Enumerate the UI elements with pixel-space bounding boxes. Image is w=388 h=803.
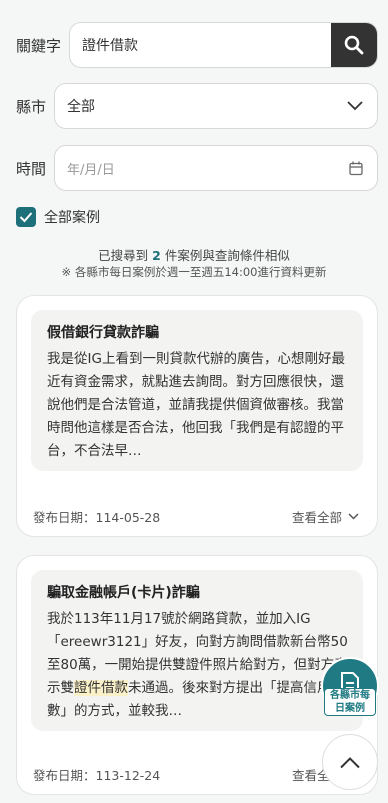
- city-selected-value: 全部: [67, 99, 96, 115]
- view-all-button[interactable]: 查看全部: [292, 507, 359, 526]
- city-row: 縣市 全部: [16, 83, 378, 129]
- case-content: 假借銀行貸款詐騙 我是從IG上看到一則貸款代辦的廣告，心想剛好最近有資金需求，就…: [31, 310, 363, 471]
- result-count: 2: [152, 248, 161, 263]
- all-cases-row[interactable]: 全部案例: [16, 205, 378, 229]
- case-card[interactable]: 假借銀行貸款詐騙 我是從IG上看到一則貸款代辦的廣告，心想剛好最近有資金需求，就…: [16, 295, 378, 537]
- case-title: 假借銀行貸款詐騙: [47, 325, 159, 341]
- keyword-row: 關鍵字: [16, 22, 378, 68]
- search-input[interactable]: [70, 23, 331, 67]
- chevron-down-icon: [348, 513, 359, 520]
- keyword-highlight: 證件借款: [74, 680, 128, 696]
- update-note: ※ 各縣市每日案例於週一至週五14:00進行資料更新: [61, 265, 327, 279]
- back-to-top-button[interactable]: [322, 734, 378, 790]
- search-box: [69, 22, 378, 68]
- result-summary: 已搜尋到 2 件案例與查詢條件相似: [0, 245, 388, 264]
- date-label: 時間: [16, 159, 47, 178]
- case-date: 發布日期：113-12-24: [33, 768, 161, 783]
- daily-cases-label[interactable]: 各縣市每日案例: [324, 688, 376, 716]
- all-cases-label: 全部案例: [44, 210, 100, 226]
- date-input[interactable]: 年/月/日: [54, 145, 378, 191]
- all-cases-checkbox[interactable]: [16, 207, 36, 227]
- view-all-label: 查看全部: [291, 510, 342, 525]
- summary-prefix: 已搜尋到: [98, 248, 153, 263]
- case-content: 騙取金融帳戶(卡片)詐騙 我於113年11月17號於網路貸款，並加入IG「ere…: [31, 570, 363, 731]
- chevron-up-icon: [340, 756, 360, 768]
- city-select[interactable]: 全部: [54, 83, 378, 129]
- keyword-label: 關鍵字: [16, 36, 62, 55]
- summary-suffix: 件案例與查詢條件相似: [160, 248, 290, 263]
- date-row: 時間 年/月/日: [16, 145, 378, 191]
- case-body: 我是從IG上看到一則貸款代辦的廣告，心想剛好最近有資金需求，就點進去詢問。對方回…: [47, 351, 345, 459]
- check-icon: [19, 212, 33, 223]
- case-footer: 發布日期：113-12-24 查看全部: [33, 765, 359, 784]
- chevron-down-icon: [347, 101, 363, 111]
- case-body: 我於113年11月17號於網路貸款，並加入IG「ereewr3121」好友，向對…: [47, 608, 349, 723]
- search-icon: [344, 35, 364, 55]
- date-placeholder: 年/月/日: [67, 162, 115, 178]
- city-label: 縣市: [16, 97, 47, 116]
- search-button[interactable]: [331, 23, 377, 67]
- case-date: 發布日期：114-05-28: [33, 510, 161, 525]
- case-footer: 發布日期：114-05-28 查看全部: [33, 507, 359, 526]
- case-title: 騙取金融帳戶(卡片)詐騙: [47, 585, 200, 601]
- calendar-icon[interactable]: [349, 161, 363, 176]
